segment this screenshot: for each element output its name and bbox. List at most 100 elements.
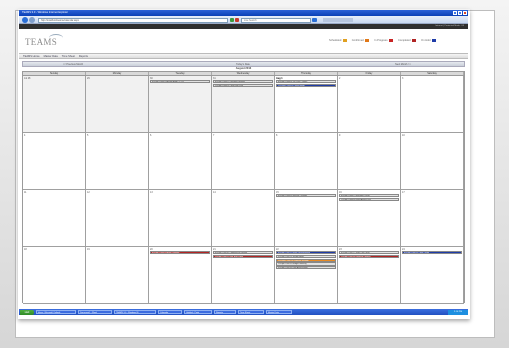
day-number[interactable]: 19 bbox=[87, 248, 90, 251]
day-number[interactable]: 2 bbox=[339, 77, 340, 80]
day-number[interactable]: 6 bbox=[150, 134, 151, 137]
calendar-day-cell[interactable]: 19 bbox=[86, 247, 149, 303]
legend-label: On Hold bbox=[421, 39, 431, 42]
calendar-event[interactable]: 10:00am 100014 Expense Review bbox=[276, 258, 336, 262]
calendar-day-cell[interactable]: 31 8:00am 100002 Quarterly Review 1:00pm 1… bbox=[212, 76, 275, 132]
refresh-icon[interactable] bbox=[230, 18, 234, 22]
app-header: TEAMS Scheduled Confirmed In Progress Compl… bbox=[19, 29, 468, 53]
day-number[interactable]: 10 bbox=[402, 134, 405, 137]
day-number[interactable]: 7 bbox=[213, 134, 214, 137]
calendar-day-cell[interactable]: Jul 28 bbox=[23, 76, 86, 132]
calendar-day-cell[interactable]: 3 bbox=[401, 76, 464, 132]
calendar-day-cell[interactable]: 9 bbox=[338, 133, 401, 189]
calendar-day-cell[interactable]: 16 8:00am 100007 Inventory Count 1:00pm 10… bbox=[338, 190, 401, 246]
windows-taskbar: start Inbox - Microsoft Outlook Document1… bbox=[19, 309, 468, 315]
calendar-event[interactable]: 10:00am 100005 Payroll Audit bbox=[276, 83, 336, 87]
calendar-event[interactable]: 1:00pm 100011 Year End Close bbox=[213, 254, 273, 258]
url-field[interactable]: http://localhost/teams/calendar.aspx bbox=[38, 17, 228, 23]
calendar-event[interactable]: 8:00am 100002 Quarterly Review bbox=[213, 80, 273, 84]
calendar-event[interactable]: 3:00pm 100016 Risk Assessment bbox=[276, 266, 336, 270]
calendar-event[interactable]: 8:00am 100012 Bank Reconciliation bbox=[276, 251, 336, 255]
calendar-day-cell[interactable]: 2 bbox=[338, 76, 401, 132]
calendar-day-cell[interactable]: 23 8:00am 100017 Sales Tax Filing 1:00pm 1… bbox=[338, 247, 401, 303]
calendar-day-cell[interactable]: 10 bbox=[401, 133, 464, 189]
calendar-week: 18 19 20 8:00am 100009 Audit Planning 21 8:00… bbox=[23, 247, 464, 304]
calendar-event[interactable]: 8:00am 100009 Audit Planning bbox=[150, 251, 210, 255]
calendar-day-cell[interactable]: 14 bbox=[212, 190, 275, 246]
legend-swatch bbox=[412, 39, 417, 42]
day-number[interactable]: 13 bbox=[150, 191, 153, 194]
day-header: Wednesday bbox=[212, 72, 275, 75]
day-number[interactable]: 11 bbox=[24, 191, 26, 194]
day-number[interactable]: Jul 28 bbox=[24, 77, 30, 80]
stop-icon[interactable] bbox=[235, 18, 239, 22]
calendar-day-cell[interactable]: 17 bbox=[401, 190, 464, 246]
day-header: Thursday bbox=[275, 72, 338, 75]
calendar-event[interactable]: 1:00pm 100015 Budget Meeting bbox=[276, 262, 336, 266]
calendar-day-cell[interactable]: 7 bbox=[212, 133, 275, 189]
calendar-day-cell[interactable]: 11 bbox=[23, 190, 86, 246]
maximize-icon[interactable] bbox=[458, 11, 462, 15]
calendar-event[interactable]: 9:00am 100013 Vendor Audit bbox=[276, 254, 336, 258]
calendar-day-cell[interactable]: 24 8:00am 100019 Cash Count bbox=[401, 247, 464, 303]
legend-item: In Progress bbox=[374, 39, 393, 42]
day-number[interactable]: 18 bbox=[24, 248, 27, 251]
day-number[interactable]: 4 bbox=[24, 134, 25, 137]
nav-link[interactable]: Time Sheet bbox=[62, 55, 75, 58]
nav-link[interactable]: Reports bbox=[79, 55, 88, 58]
minimize-icon[interactable] bbox=[453, 11, 457, 15]
calendar-day-cell[interactable]: 20 8:00am 100009 Audit Planning bbox=[149, 247, 212, 303]
calendar-day-cell[interactable]: 12 bbox=[86, 190, 149, 246]
taskbar-task[interactable]: Inbox - Microsoft Outlook bbox=[36, 309, 76, 315]
taskbar-task[interactable]: Document1 - Word bbox=[78, 309, 112, 315]
calendar-day-cell[interactable]: 18 bbox=[23, 247, 86, 303]
nav-link[interactable]: TEAMS Home bbox=[23, 55, 40, 58]
calendar-week: 4 5 6 7 8 9 10 bbox=[23, 133, 464, 190]
calendar-day-cell[interactable]: 4 bbox=[23, 133, 86, 189]
calendar-day-cell[interactable]: 15 8:00am 100006 Internal Controls bbox=[275, 190, 338, 246]
calendar-day-cell[interactable]: 5 bbox=[86, 133, 149, 189]
taskbar-task[interactable]: Master Data bbox=[266, 309, 292, 315]
calendar-day-cell[interactable]: Aug 1 8:00am 100004 Tax Prep - Smith 10:00… bbox=[275, 76, 338, 132]
day-number[interactable]: 14 bbox=[213, 191, 216, 194]
calendar-event[interactable]: 1:00pm 100008 Fixed Assets Rev bbox=[339, 197, 399, 201]
forward-icon[interactable] bbox=[29, 17, 35, 23]
day-number[interactable]: 5 bbox=[87, 134, 88, 137]
back-icon[interactable] bbox=[22, 17, 28, 23]
day-header: Saturday bbox=[401, 72, 464, 75]
legend-label: In Progress bbox=[374, 39, 388, 42]
search-icon[interactable] bbox=[312, 18, 317, 22]
calendar-day-cell[interactable]: 30 8:00am 100001 Annual Audit - FY12 bbox=[149, 76, 212, 132]
day-number[interactable]: 3 bbox=[402, 77, 403, 80]
day-number[interactable]: 12 bbox=[87, 191, 90, 194]
calendar-event[interactable]: 8:00am 100007 Inventory Count bbox=[339, 194, 399, 198]
taskbar-task[interactable]: TEAMS 3.0 - Windows IE bbox=[114, 309, 156, 315]
calendar-day-cell[interactable]: 21 8:00am 100010 Compliance Review 1:00pm … bbox=[212, 247, 275, 303]
calendar-day-cell[interactable]: 6 bbox=[149, 133, 212, 189]
day-number[interactable]: 29 bbox=[87, 77, 90, 80]
nav-link[interactable]: Master Data bbox=[44, 55, 58, 58]
taskbar-task[interactable]: Reports bbox=[214, 309, 236, 315]
legend-label: Completed bbox=[398, 39, 411, 42]
calendar-event[interactable]: 1:00pm 100018 Revenue Testing bbox=[339, 254, 399, 258]
calendar-day-cell[interactable]: 29 bbox=[86, 76, 149, 132]
calendar-event[interactable]: 8:00am 100010 Compliance Review bbox=[213, 251, 273, 255]
search-input[interactable]: Live Search bbox=[241, 17, 311, 23]
calendar-day-cell[interactable]: 22 8:00am 100012 Bank Reconciliation 9:00a… bbox=[275, 247, 338, 303]
day-number[interactable]: 8 bbox=[276, 134, 277, 137]
start-button[interactable]: start bbox=[20, 309, 34, 315]
taskbar-task[interactable]: Calendar bbox=[158, 309, 182, 315]
taskbar-task[interactable]: Untitled - Paint bbox=[184, 309, 212, 315]
calendar-event[interactable]: 8:00am 100017 Sales Tax Filing bbox=[339, 251, 399, 255]
calendar-event[interactable]: 8:00am 100006 Internal Controls bbox=[276, 194, 336, 198]
calendar-day-cell[interactable]: 8 bbox=[275, 133, 338, 189]
calendar-day-cell[interactable]: 13 bbox=[149, 190, 212, 246]
calendar-event[interactable]: 8:00am 100001 Annual Audit - FY12 bbox=[150, 80, 210, 84]
calendar-event[interactable]: 8:00am 100004 Tax Prep - Smith bbox=[276, 80, 336, 84]
calendar-event[interactable]: 1:00pm 100003 Client Site Visit bbox=[213, 83, 273, 87]
taskbar-task[interactable]: Time Sheet bbox=[238, 309, 264, 315]
calendar-event[interactable]: 8:00am 100019 Cash Count bbox=[402, 251, 462, 255]
close-icon[interactable] bbox=[463, 11, 467, 15]
day-number[interactable]: 9 bbox=[339, 134, 340, 137]
day-number[interactable]: 17 bbox=[402, 191, 405, 194]
